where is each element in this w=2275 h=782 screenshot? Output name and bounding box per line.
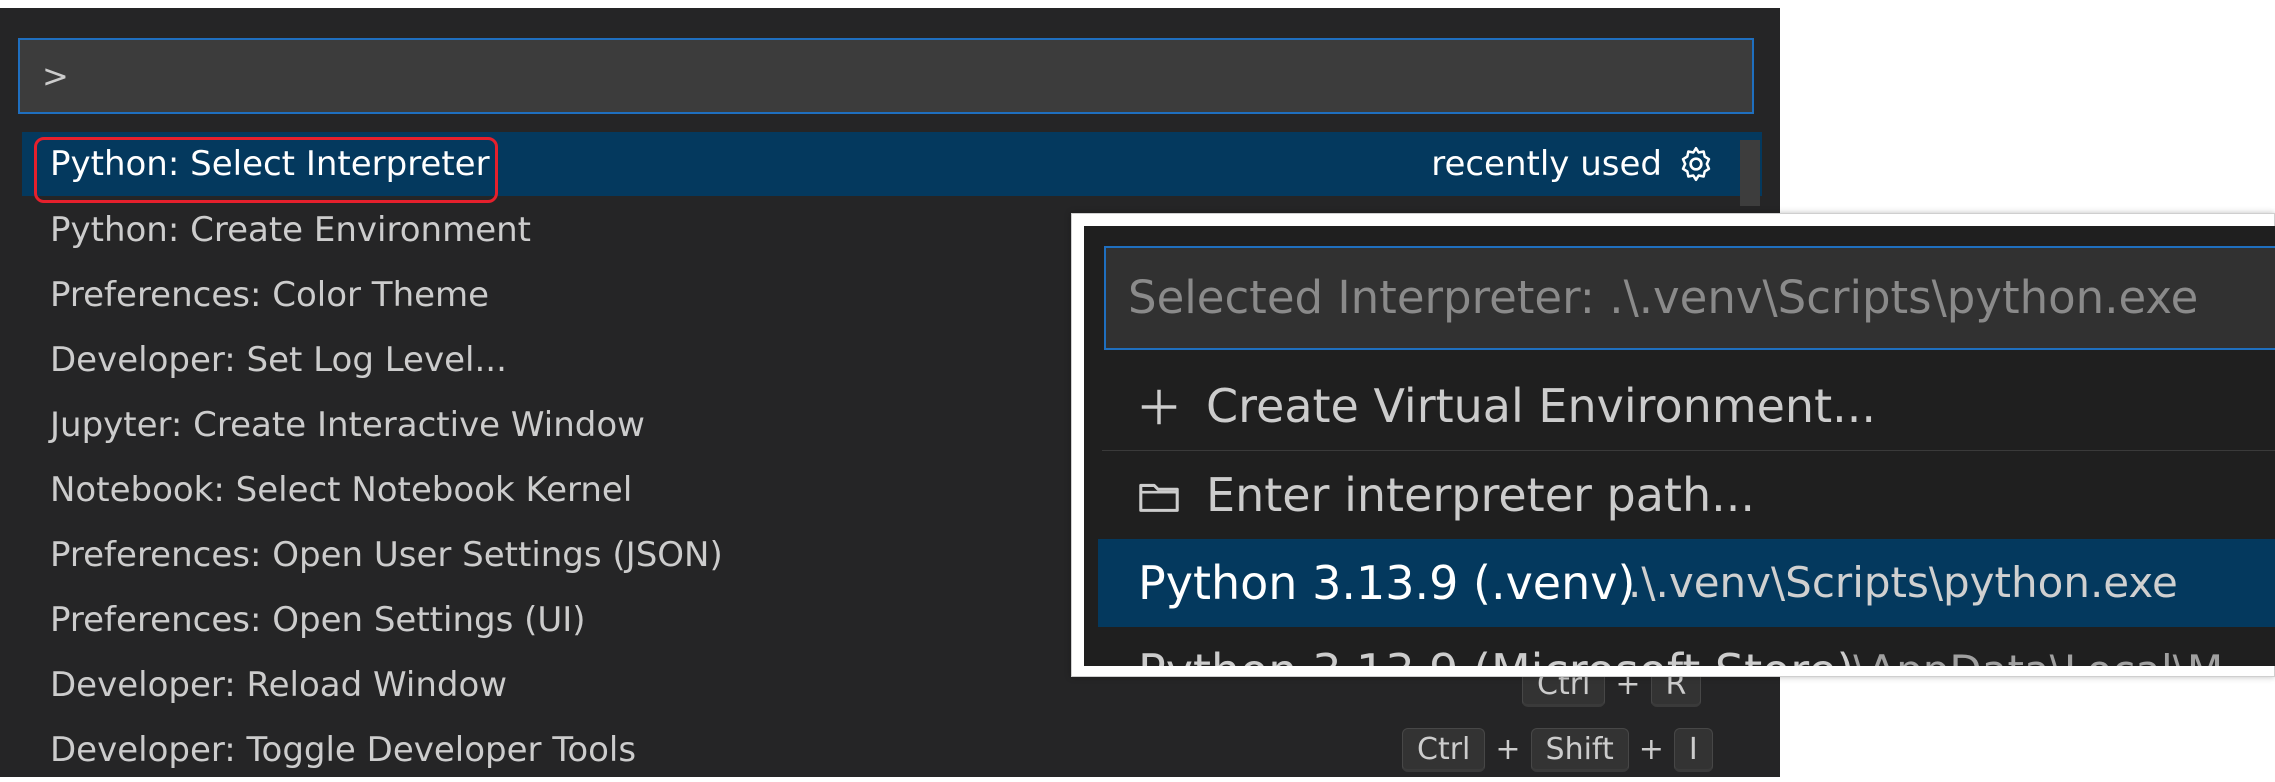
interpreter-option[interactable]: Python 3.13.9 (Microsoft Store) ~\AppDat… bbox=[1098, 627, 2275, 666]
folder-icon bbox=[1139, 483, 1179, 512]
command-item-label: Developer: Toggle Developer Tools bbox=[50, 730, 637, 770]
keybinding: Ctrl + Shift + I bbox=[1402, 726, 1713, 774]
command-item[interactable]: Developer: Toggle Developer Tools Ctrl +… bbox=[22, 718, 1762, 782]
interpreter-path: .\.venv\Scripts\python.exe bbox=[1628, 558, 2178, 607]
create-virtual-environment-item[interactable]: Create Virtual Environment... bbox=[1102, 362, 2275, 450]
command-item-label: Developer: Set Log Level... bbox=[50, 340, 507, 380]
enter-interpreter-path-item[interactable]: Enter interpreter path... bbox=[1102, 450, 2275, 538]
command-item-label: Jupyter: Create Interactive Window bbox=[50, 405, 645, 445]
key-separator: + bbox=[1495, 732, 1521, 767]
interpreter-picker-callout: Selected Interpreter: .\.venv\Scripts\py… bbox=[1071, 213, 2275, 677]
interpreter-option-selected[interactable]: Python 3.13.9 (.venv) .\.venv\Scripts\py… bbox=[1098, 539, 2275, 627]
key-cap: Ctrl bbox=[1402, 728, 1486, 772]
plus-icon bbox=[1141, 389, 1177, 425]
command-item-label: Preferences: Open Settings (UI) bbox=[50, 600, 586, 640]
gear-icon[interactable] bbox=[1676, 144, 1716, 184]
command-input[interactable]: > bbox=[18, 38, 1754, 114]
key-cap: Shift bbox=[1530, 728, 1629, 772]
interpreter-name: Python 3.13.9 (.venv) bbox=[1138, 556, 1636, 610]
interpreter-search-input[interactable]: Selected Interpreter: .\.venv\Scripts\py… bbox=[1104, 246, 2275, 350]
interpreter-picker: Selected Interpreter: .\.venv\Scripts\py… bbox=[1084, 226, 2275, 666]
command-item-label: Developer: Reload Window bbox=[50, 665, 508, 705]
command-item-label: Preferences: Open User Settings (JSON) bbox=[50, 535, 723, 575]
key-cap: I bbox=[1673, 728, 1713, 772]
command-item-label: Python: Create Environment bbox=[50, 210, 531, 250]
interpreter-name: Python 3.13.9 (Microsoft Store) bbox=[1138, 627, 1854, 666]
command-item-label: Notebook: Select Notebook Kernel bbox=[50, 470, 633, 510]
command-item-label: Preferences: Color Theme bbox=[50, 275, 490, 315]
interpreter-path: ~\AppData\Local\M bbox=[1818, 627, 2223, 666]
command-item-select-interpreter[interactable]: Python: Select Interpreter recently used bbox=[22, 132, 1762, 203]
recently-used-label: recently used bbox=[1431, 144, 1662, 184]
key-separator: + bbox=[1638, 732, 1664, 767]
create-virtual-environment-label: Create Virtual Environment... bbox=[1206, 379, 1876, 433]
enter-interpreter-path-label: Enter interpreter path... bbox=[1206, 468, 1755, 522]
annotation-highlight-box bbox=[34, 137, 498, 203]
scrollbar-thumb[interactable] bbox=[1740, 140, 1760, 206]
